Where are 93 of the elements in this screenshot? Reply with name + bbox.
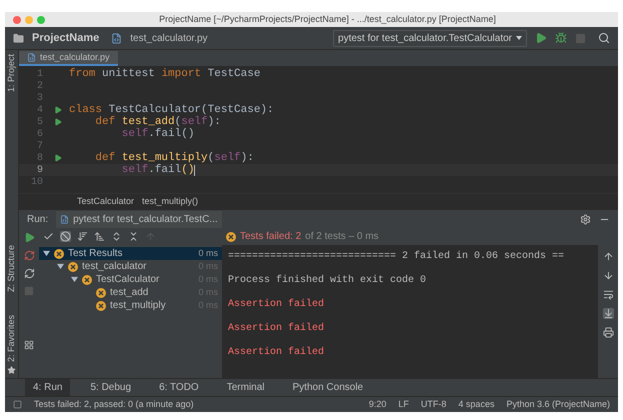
star-icon <box>7 366 16 374</box>
run-configuration-dropdown[interactable]: pytest for test_calculator.TestCalculator <box>333 30 527 46</box>
failed-icon <box>96 300 106 310</box>
line-number: 7 <box>36 140 44 153</box>
soft-wrap-icon[interactable] <box>602 289 614 300</box>
line-number: 1 <box>36 68 44 81</box>
side-tab[interactable]: 1: Project <box>4 54 18 92</box>
tool-window-tab[interactable]: Python Console <box>284 379 372 396</box>
rerun-icon[interactable] <box>24 232 34 243</box>
run-icon[interactable] <box>535 32 547 44</box>
code-line: class TestCalculator(TestCase): <box>69 102 274 116</box>
status-item[interactable]: LF <box>398 398 409 412</box>
expanded-arrow-icon[interactable] <box>71 276 78 283</box>
console-line: Assertion failed <box>228 346 326 360</box>
collapse-all-icon[interactable] <box>128 231 139 242</box>
test-name: test_add <box>110 286 148 300</box>
run-tab[interactable]: pytest for test_calculator.TestC... <box>56 210 222 228</box>
search-icon[interactable] <box>598 32 610 44</box>
rerun-failed-icon[interactable] <box>24 250 34 261</box>
scroll-to-end-icon[interactable] <box>602 308 614 319</box>
window-title: ProjectName [~/PycharmProjects/ProjectName] - .../test_calculator.py [ProjectName] <box>158 12 497 26</box>
failed-icon <box>82 274 92 284</box>
layout-icon[interactable] <box>24 340 34 350</box>
failed-icon <box>96 288 106 298</box>
dropdown-caret-icon <box>516 36 522 40</box>
tests-summary-detail: of 2 tests – 0 ms <box>305 230 379 244</box>
line-number: 8 <box>36 152 44 165</box>
test-name: Test Results <box>68 247 122 261</box>
run-test-gutter-icon[interactable] <box>54 106 62 114</box>
expand-all-icon[interactable] <box>111 231 122 242</box>
tests-failed-summary: Tests failed: 2 <box>240 230 302 244</box>
test-name: test_calculator <box>82 260 146 274</box>
line-number: 9 <box>36 164 44 177</box>
console-line: Process finished with exit code 0 <box>228 274 428 288</box>
failed-icon <box>226 232 236 242</box>
side-tab[interactable]: Z: Structure <box>4 244 18 292</box>
console-line: Assertion failed <box>228 298 326 312</box>
code-line: from unittest import TestCase <box>69 66 260 82</box>
tool-window-tab[interactable]: 4: Run <box>25 379 70 396</box>
down-arrow-icon[interactable] <box>602 270 614 281</box>
python-file-icon <box>60 214 70 224</box>
tool-window-tab[interactable]: Terminal <box>218 379 273 396</box>
failed-icon <box>68 262 78 272</box>
code-editor[interactable]: 1 from unittest import TestCase 2 3 4 class TestCalculator(TestCase): 5 def test_add(self): 6 self.fail() 7 8 def test_multiply(self): 9 self.fail() 10 TestCalculator test_multiply() <box>19 66 618 209</box>
status-item[interactable]: UTF-8 <box>420 398 446 412</box>
up-arrow-icon[interactable] <box>602 251 614 262</box>
code-line: def test_multiply(self): <box>94 150 254 164</box>
file-breadcrumb[interactable]: test_calculator.py <box>130 30 208 46</box>
sort-icon[interactable] <box>77 231 88 242</box>
print-icon[interactable] <box>602 327 614 338</box>
code-line: self.fail() <box>120 126 194 142</box>
line-number: 3 <box>36 92 44 105</box>
folder-icon <box>13 32 24 44</box>
toggle-auto-test-icon[interactable] <box>24 268 34 279</box>
console-line: Assertion failed <box>228 322 326 336</box>
test-name: TestCalculator <box>96 273 160 287</box>
line-number: 5 <box>36 116 44 129</box>
failed-icon <box>54 248 64 258</box>
run-test-gutter-icon[interactable] <box>54 118 62 126</box>
status-item[interactable]: Python 3.6 (ProjectName) <box>506 398 610 412</box>
panel-toggle-icon[interactable] <box>13 400 22 409</box>
code-line: def test_add(self): <box>94 114 221 128</box>
settings-icon[interactable] <box>580 214 591 224</box>
python-file-icon <box>27 53 36 62</box>
test-name: test_multiply <box>110 299 166 313</box>
line-number: 4 <box>36 104 44 117</box>
code-breadcrumb[interactable]: TestCalculator <box>77 194 134 208</box>
code-line: self.fail() <box>120 162 194 178</box>
expanded-arrow-icon[interactable] <box>57 263 64 270</box>
run-panel-label: Run: <box>27 212 48 226</box>
side-tab[interactable]: 2: Favorites <box>4 314 18 362</box>
code-breadcrumb[interactable]: test_multiply() <box>142 194 198 208</box>
project-breadcrumb[interactable]: ProjectName <box>32 30 100 46</box>
text-cursor <box>194 164 196 176</box>
line-number: 6 <box>36 128 44 141</box>
show-passed-icon[interactable] <box>43 231 54 242</box>
expanded-arrow-icon[interactable] <box>43 250 50 257</box>
tool-window-tab[interactable]: 6: TODO <box>151 379 207 396</box>
console-line: ============================ 2 failed in 0.06 seconds == <box>228 250 566 264</box>
run-test-gutter-icon[interactable] <box>54 154 62 162</box>
line-number: 2 <box>36 80 44 93</box>
editor-tab[interactable]: test_calculator.py <box>19 51 118 66</box>
line-number: 10 <box>30 176 44 190</box>
test-time: 0 ms <box>198 246 218 260</box>
debug-icon[interactable] <box>555 32 567 44</box>
sort-by-duration-icon[interactable] <box>94 231 105 242</box>
status-item[interactable]: 9:20 <box>368 398 386 412</box>
status-item[interactable]: 4 spaces <box>458 398 494 412</box>
test-tree-row[interactable]: Test Results 0 ms <box>39 247 222 260</box>
python-file-icon <box>111 32 122 44</box>
status-message: Tests failed: 2, passed: 0 (a minute ago) <box>34 398 195 411</box>
show-ignored-icon[interactable] <box>60 231 71 242</box>
tool-window-tab[interactable]: 5: Debug <box>82 379 140 396</box>
